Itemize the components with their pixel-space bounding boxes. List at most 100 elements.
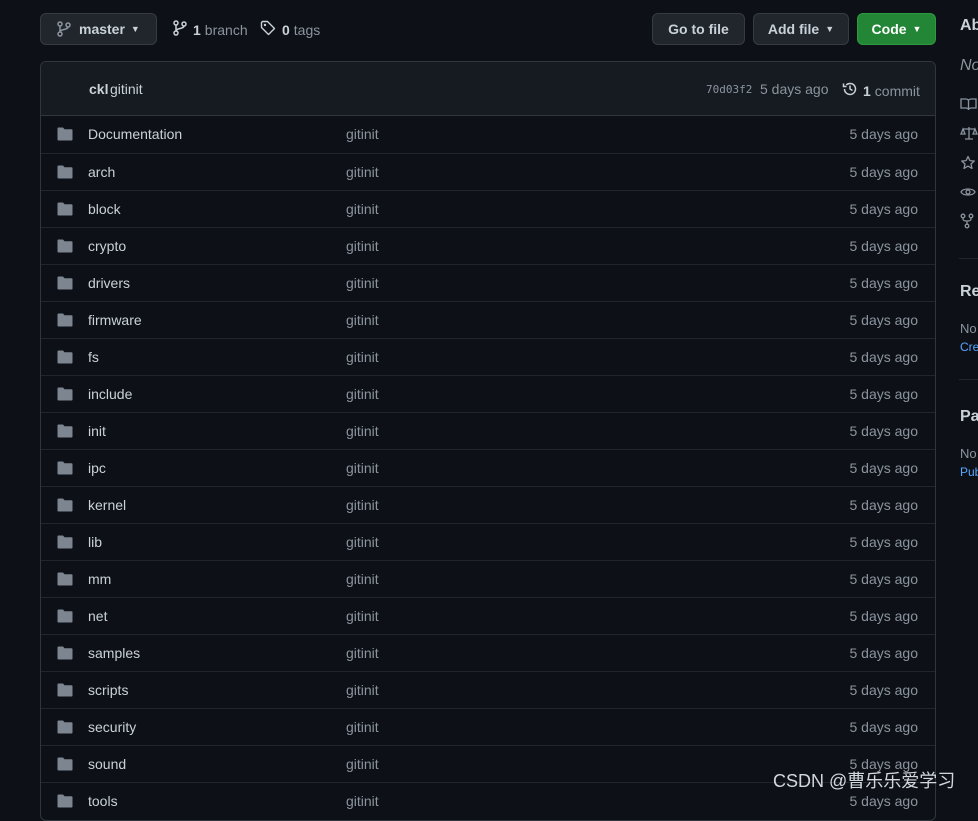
file-row[interactable]: block gitinit 5 days ago bbox=[41, 190, 935, 227]
folder-icon bbox=[57, 424, 73, 441]
file-commit-message[interactable]: gitinit bbox=[346, 534, 379, 550]
file-commit-message[interactable]: gitinit bbox=[346, 719, 379, 735]
file-row[interactable]: Documentation gitinit 5 days ago bbox=[41, 116, 935, 153]
file-commit-message[interactable]: gitinit bbox=[346, 423, 379, 439]
file-name-link[interactable]: arch bbox=[88, 164, 115, 180]
file-name-link[interactable]: security bbox=[88, 719, 136, 735]
file-name-link[interactable]: fs bbox=[88, 349, 99, 365]
file-commit-age: 5 days ago bbox=[849, 349, 919, 365]
fork-icon[interactable] bbox=[960, 213, 974, 232]
file-commit-message[interactable]: gitinit bbox=[346, 682, 379, 698]
file-commit-message[interactable]: gitinit bbox=[346, 126, 379, 142]
commit-author[interactable]: ckl bbox=[89, 81, 108, 97]
tags-link[interactable]: 0 tags bbox=[260, 20, 320, 39]
commit-message[interactable]: gitinit bbox=[110, 81, 143, 97]
file-row[interactable]: drivers gitinit 5 days ago bbox=[41, 264, 935, 301]
file-name-link[interactable]: net bbox=[88, 608, 107, 624]
file-name-link[interactable]: block bbox=[88, 201, 121, 217]
chevron-down-icon: ▼ bbox=[130, 24, 140, 34]
folder-icon bbox=[57, 646, 73, 663]
law-icon[interactable] bbox=[960, 126, 978, 143]
commit-count: 1 bbox=[863, 82, 871, 99]
file-row[interactable]: mm gitinit 5 days ago bbox=[41, 560, 935, 597]
file-commit-message[interactable]: gitinit bbox=[346, 349, 379, 365]
file-commit-age: 5 days ago bbox=[849, 423, 919, 439]
file-row[interactable]: lib gitinit 5 days ago bbox=[41, 523, 935, 560]
about-heading: Ab bbox=[960, 17, 978, 34]
file-row[interactable]: kernel gitinit 5 days ago bbox=[41, 486, 935, 523]
file-commit-message[interactable]: gitinit bbox=[346, 608, 379, 624]
star-icon[interactable] bbox=[960, 155, 976, 174]
file-row[interactable]: fs gitinit 5 days ago bbox=[41, 338, 935, 375]
file-commit-age: 5 days ago bbox=[849, 201, 919, 217]
csdn-watermark: CSDN @曹乐乐爱学习 bbox=[773, 771, 956, 791]
file-name-link[interactable]: sound bbox=[88, 756, 126, 772]
file-row[interactable]: security gitinit 5 days ago bbox=[41, 708, 935, 745]
folder-icon bbox=[57, 572, 73, 589]
file-commit-message[interactable]: gitinit bbox=[346, 386, 379, 402]
book-icon[interactable] bbox=[960, 97, 978, 114]
file-row[interactable]: arch gitinit 5 days ago bbox=[41, 153, 935, 190]
file-name-link[interactable]: Documentation bbox=[88, 126, 182, 142]
publish-package-link[interactable]: Pub bbox=[960, 465, 978, 479]
branches-link[interactable]: 1 branch bbox=[173, 20, 248, 39]
file-name-link[interactable]: scripts bbox=[88, 682, 128, 698]
file-commit-message[interactable]: gitinit bbox=[346, 460, 379, 476]
folder-icon bbox=[57, 350, 73, 367]
packages-text: No bbox=[960, 446, 977, 461]
file-row[interactable]: samples gitinit 5 days ago bbox=[41, 634, 935, 671]
file-name-link[interactable]: ipc bbox=[88, 460, 106, 476]
file-name-link[interactable]: mm bbox=[88, 571, 111, 587]
file-name-link[interactable]: crypto bbox=[88, 238, 126, 254]
commit-sha[interactable]: 70d03f2 bbox=[706, 83, 752, 96]
file-commit-message[interactable]: gitinit bbox=[346, 238, 379, 254]
file-name-link[interactable]: include bbox=[88, 386, 132, 402]
file-rows: Documentation gitinit 5 days ago arch gitini… bbox=[41, 116, 935, 819]
file-commit-message[interactable]: gitinit bbox=[346, 312, 379, 328]
tag-icon bbox=[260, 20, 276, 39]
file-list-box: ckl gitinit 70d03f2 5 days ago 1 commit … bbox=[40, 61, 936, 821]
file-commit-message[interactable]: gitinit bbox=[346, 756, 379, 772]
code-button[interactable]: Code ▼ bbox=[857, 13, 936, 45]
commits-link[interactable]: 1 commit bbox=[842, 81, 920, 100]
file-name-link[interactable]: tools bbox=[88, 793, 118, 809]
file-name-link[interactable]: init bbox=[88, 423, 106, 439]
file-name-link[interactable]: samples bbox=[88, 645, 140, 661]
packages-heading[interactable]: Pa bbox=[960, 408, 978, 426]
file-commit-age: 5 days ago bbox=[849, 608, 919, 624]
file-row[interactable]: include gitinit 5 days ago bbox=[41, 375, 935, 412]
branches-label: branch bbox=[204, 21, 248, 38]
branch-select-button[interactable]: master ▼ bbox=[40, 13, 157, 45]
file-row[interactable]: ipc gitinit 5 days ago bbox=[41, 449, 935, 486]
file-commit-message[interactable]: gitinit bbox=[346, 571, 379, 587]
file-name-link[interactable]: firmware bbox=[88, 312, 142, 328]
file-commit-message[interactable]: gitinit bbox=[346, 793, 379, 809]
file-row[interactable]: init gitinit 5 days ago bbox=[41, 412, 935, 449]
file-commit-message[interactable]: gitinit bbox=[346, 497, 379, 513]
add-file-button[interactable]: Add file ▼ bbox=[753, 13, 849, 45]
folder-icon bbox=[57, 239, 73, 256]
folder-icon bbox=[57, 720, 73, 737]
file-row[interactable]: net gitinit 5 days ago bbox=[41, 597, 935, 634]
file-commit-message[interactable]: gitinit bbox=[346, 164, 379, 180]
file-row[interactable]: firmware gitinit 5 days ago bbox=[41, 301, 935, 338]
commit-count-label: commit bbox=[874, 82, 920, 99]
file-commit-message[interactable]: gitinit bbox=[346, 201, 379, 217]
file-row[interactable]: crypto gitinit 5 days ago bbox=[41, 227, 935, 264]
file-commit-message[interactable]: gitinit bbox=[346, 645, 379, 661]
repo-toolbar: master ▼ 1 branch 0 tags Go to file Add … bbox=[0, 0, 978, 60]
file-commit-age: 5 days ago bbox=[849, 164, 919, 180]
file-commit-age: 5 days ago bbox=[849, 275, 919, 291]
file-name-link[interactable]: kernel bbox=[88, 497, 126, 513]
folder-icon bbox=[57, 498, 73, 515]
eye-icon[interactable] bbox=[960, 185, 976, 202]
go-to-file-button[interactable]: Go to file bbox=[652, 13, 745, 45]
folder-icon bbox=[57, 794, 73, 811]
releases-heading[interactable]: Re bbox=[960, 283, 978, 301]
file-commit-message[interactable]: gitinit bbox=[346, 275, 379, 291]
go-to-file-label: Go to file bbox=[668, 21, 729, 37]
file-row[interactable]: scripts gitinit 5 days ago bbox=[41, 671, 935, 708]
file-name-link[interactable]: lib bbox=[88, 534, 102, 550]
create-release-link[interactable]: Cre bbox=[960, 340, 978, 354]
file-name-link[interactable]: drivers bbox=[88, 275, 130, 291]
